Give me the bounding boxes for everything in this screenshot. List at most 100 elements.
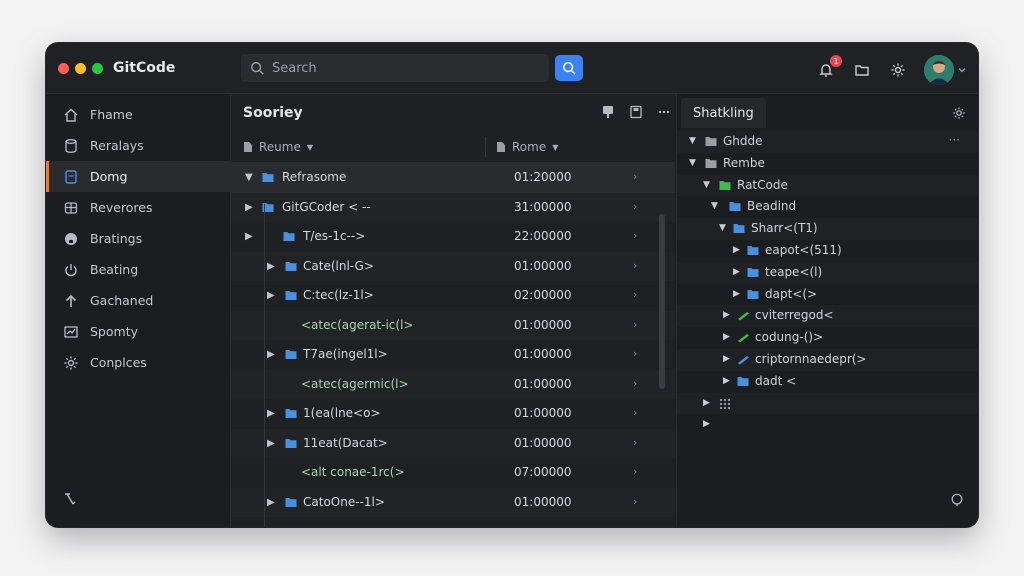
sidebar-item-4[interactable]: Reverores [46, 192, 230, 223]
caret-right-icon[interactable]: ▶ [733, 245, 740, 255]
more-icon[interactable] [657, 105, 671, 119]
sidebar-item-7[interactable]: Gachaned [46, 285, 230, 316]
file-list: ▼ Refrasome 01:20000 › ▶ GitGCoder < -- 31:000… [231, 163, 675, 517]
caret-right-icon[interactable]: ▶ [733, 267, 740, 277]
table-row[interactable]: ▶ Cate(lnl-G> 01:00000 › [231, 251, 675, 281]
caret-right-icon[interactable]: ▶ [267, 290, 275, 301]
tree-node[interactable]: ▼ Beadind [677, 196, 978, 218]
sidebar-item-6[interactable]: Beating [46, 254, 230, 285]
sidebar-item-2[interactable]: Reralays [46, 130, 230, 161]
caret-down-icon[interactable]: ▼ [245, 172, 253, 183]
caret-right-icon[interactable]: ▶ [733, 289, 740, 299]
tree-node[interactable]: ▶ teape<(l) [677, 261, 978, 284]
caret-right-icon[interactable]: ▶ [245, 202, 253, 213]
caret-down-icon[interactable]: ▼ [711, 201, 718, 211]
tree-node[interactable]: ▼ RatCode [677, 174, 978, 197]
chevron-right-icon[interactable]: › [633, 495, 637, 508]
chevron-right-icon[interactable]: › [633, 170, 637, 183]
avatar[interactable] [924, 55, 954, 85]
tree-node[interactable]: ▶ eapot<(511) [677, 240, 978, 262]
tree-node[interactable]: ▶ [677, 414, 978, 436]
save-icon[interactable] [629, 105, 643, 119]
sidebar-item-9[interactable]: Conplces [46, 347, 230, 378]
folder-icon [285, 291, 297, 300]
tree-node[interactable]: ▶ cviterregod< [677, 305, 978, 328]
table-row[interactable]: ▶ T/es-1c--> 22:00000 › [231, 222, 675, 252]
tree-node[interactable]: ▼ Rembe [677, 153, 978, 175]
settings-button[interactable] [888, 60, 908, 80]
tree-node[interactable]: ▶ dadt < [677, 371, 978, 393]
caret-right-icon[interactable]: ▶ [703, 419, 710, 429]
caret-right-icon[interactable]: ▶ [267, 408, 275, 419]
chevron-right-icon[interactable]: › [633, 288, 637, 301]
chevron-right-icon[interactable]: › [633, 259, 637, 272]
caret-right-icon[interactable]: ▶ [267, 497, 275, 508]
caret-down-icon[interactable]: ▼ [689, 158, 696, 168]
sidebar-item-1[interactable]: Fhame [46, 99, 230, 130]
sidebar-item-5[interactable]: Bratings [46, 223, 230, 254]
scrollbar[interactable] [659, 214, 665, 389]
tree-node[interactable]: ▼ Sharr<(T1) [677, 218, 978, 240]
caret-right-icon[interactable]: ▶ [245, 231, 253, 242]
zoom-window-button[interactable] [92, 63, 103, 74]
search-box[interactable] [241, 54, 549, 82]
caret-right-icon[interactable]: ▶ [267, 261, 275, 272]
chevron-right-icon[interactable]: › [633, 318, 637, 331]
caret-right-icon[interactable]: ▶ [723, 376, 730, 386]
chevron-right-icon[interactable]: › [633, 406, 637, 419]
row-time: 01:00000 [514, 376, 572, 391]
table-row[interactable]: ▼ Refrasome 01:20000 › [231, 163, 675, 193]
name-column-header[interactable]: Reume ▼ [243, 140, 313, 154]
tree-node[interactable]: ▼ Ghdde ··· [677, 131, 978, 153]
more-icon[interactable]: ··· [949, 133, 960, 147]
table-row[interactable]: ▶ 1(ea(lne<o> 01:00000 › [231, 399, 675, 429]
search-input[interactable] [270, 59, 524, 77]
table-row[interactable]: ▶ C:tec(lz-1l> 02:00000 › [231, 281, 675, 311]
caret-down-icon[interactable]: ▼ [719, 223, 726, 233]
table-row[interactable]: <alt conae-1rc(> 07:00000 › [231, 458, 675, 488]
tree-node[interactable]: ▶ dapt<(> [677, 284, 978, 306]
table-row[interactable]: <atec(agerat-ic(l> 01:00000 › [231, 310, 675, 340]
minimize-window-button[interactable] [75, 63, 86, 74]
search-button[interactable] [555, 55, 583, 81]
sidebar-item-8[interactable]: Spomty [46, 316, 230, 347]
caret-right-icon[interactable]: ▶ [723, 354, 730, 364]
panel-tab[interactable]: Shatkling [681, 98, 766, 128]
panel-settings-button[interactable] [952, 105, 966, 124]
caret-right-icon[interactable]: ▶ [703, 398, 710, 408]
chevron-right-icon[interactable]: › [633, 200, 637, 213]
archive-icon [62, 199, 80, 217]
caret-down-icon[interactable]: ▼ [689, 136, 696, 146]
table-row[interactable]: ▶ GitGCoder < -- 31:00000 › [231, 192, 675, 222]
chevron-right-icon[interactable]: › [633, 347, 637, 360]
table-row[interactable]: ▶ CatoOne--1l> 01:00000 › [231, 487, 675, 517]
caret-right-icon[interactable]: ▶ [267, 438, 275, 449]
collapse-sidebar-button[interactable] [62, 491, 78, 511]
folder-button[interactable] [852, 60, 872, 80]
row-time: 01:00000 [514, 317, 572, 332]
chevron-right-icon[interactable]: › [633, 229, 637, 242]
chevron-right-icon[interactable]: › [633, 436, 637, 449]
row-time: 02:00000 [514, 288, 572, 302]
caret-right-icon[interactable]: ▶ [723, 332, 730, 342]
sidebar-item-3[interactable]: Domg [46, 161, 230, 192]
caret-right-icon[interactable]: ▶ [723, 310, 730, 320]
chevron-right-icon[interactable]: › [633, 377, 637, 390]
user-menu[interactable] [924, 55, 966, 85]
main-header: Sooriey [231, 94, 675, 132]
chevron-right-icon[interactable]: › [633, 465, 637, 478]
folder-icon [737, 376, 749, 386]
table-row[interactable]: <atec(agermic(l> 01:00000 › [231, 369, 675, 399]
table-row[interactable]: ▶ 11eat(Dacat> 01:00000 › [231, 428, 675, 458]
table-row[interactable]: ▶ T7ae(ingel1l> 01:00000 › [231, 340, 675, 370]
caret-right-icon[interactable]: ▶ [267, 349, 275, 360]
tree-node[interactable]: ▶ codung-()> [677, 327, 978, 349]
notifications-button[interactable]: 1 [816, 55, 842, 80]
panel-help-button[interactable] [950, 492, 964, 511]
time-column-header[interactable]: Rome ▼ [485, 137, 558, 157]
caret-down-icon[interactable]: ▼ [703, 180, 710, 190]
tree-node[interactable]: ▶ criptornnaedepr(> [677, 348, 978, 371]
tree-node[interactable]: ▶ [677, 392, 978, 415]
close-window-button[interactable] [58, 63, 69, 74]
pin-icon[interactable] [601, 105, 615, 119]
